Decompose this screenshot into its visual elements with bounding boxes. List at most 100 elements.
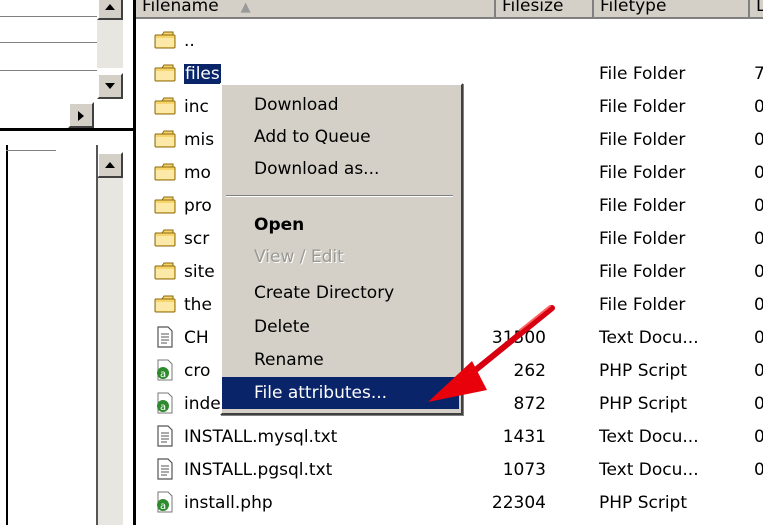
divider xyxy=(0,16,97,17)
text-document-icon xyxy=(154,425,176,447)
file-name: mis xyxy=(184,130,215,150)
file-extra: 0 xyxy=(754,163,763,183)
tree-line xyxy=(6,150,56,151)
menu-item-rename[interactable]: Rename xyxy=(222,344,459,376)
file-name: pro xyxy=(184,196,212,216)
folder-icon xyxy=(154,95,176,117)
file-extra: 0 xyxy=(754,460,763,480)
php-script-icon: a xyxy=(154,392,176,414)
text-document-icon xyxy=(154,326,176,348)
file-name: CH xyxy=(184,328,209,348)
file-name: install.php xyxy=(184,493,273,513)
file-name: INSTALL.mysql.txt xyxy=(184,427,338,447)
file-type: Text Docu... xyxy=(599,460,699,480)
menu-item-label: Download xyxy=(254,95,339,115)
folder-icon xyxy=(154,62,176,84)
file-type: File Folder xyxy=(599,130,686,150)
scrollbar-track[interactable] xyxy=(97,20,123,68)
menu-item-add-to-queue[interactable]: Add to Queue xyxy=(222,121,459,153)
tree-line xyxy=(96,145,98,525)
scroll-up-button[interactable] xyxy=(97,0,123,20)
file-type: PHP Script xyxy=(599,361,687,381)
file-name: cro xyxy=(184,361,211,381)
file-type: Text Docu... xyxy=(599,328,699,348)
divider xyxy=(0,42,97,43)
sort-ascending-icon: ▲ xyxy=(240,0,251,15)
file-extra: 0 xyxy=(754,262,763,282)
table-row[interactable]: .. xyxy=(136,24,763,57)
file-name: site xyxy=(184,262,215,282)
column-header-filetype[interactable]: Filetype xyxy=(594,0,750,19)
column-header-filesize[interactable]: Filesize xyxy=(496,0,594,19)
menu-item-label: Delete xyxy=(254,317,310,337)
php-script-icon: a xyxy=(154,491,176,513)
table-row[interactable]: a install.php 22304 PHP Script xyxy=(136,486,763,519)
file-type: File Folder xyxy=(599,97,686,117)
file-name: INSTALL.pgsql.txt xyxy=(184,460,333,480)
file-type: PHP Script xyxy=(599,394,687,414)
folder-icon xyxy=(154,293,176,315)
menu-item-download-as[interactable]: Download as... xyxy=(222,153,459,185)
file-name: .. xyxy=(184,31,195,51)
file-name: files xyxy=(183,63,222,85)
file-type: File Folder xyxy=(599,64,686,84)
file-size: 872 xyxy=(513,394,546,414)
divider xyxy=(0,70,97,71)
column-header-label: Filesize xyxy=(502,0,564,16)
arrow-down-icon xyxy=(105,83,115,89)
pane-divider xyxy=(0,128,133,131)
php-script-icon: a xyxy=(154,359,176,381)
file-type: File Folder xyxy=(599,196,686,216)
directory-tree-pane xyxy=(0,0,133,525)
menu-item-label: View / Edit xyxy=(254,247,344,267)
file-extra: 0 xyxy=(754,196,763,216)
scroll-up-button-lower[interactable] xyxy=(97,152,123,178)
menu-item-download[interactable]: Download xyxy=(222,89,459,121)
scroll-right-button[interactable] xyxy=(68,102,94,128)
scrollbar-track-lower[interactable] xyxy=(97,178,123,525)
file-type: PHP Script xyxy=(599,493,687,513)
column-header-filename[interactable]: Filename ▲ xyxy=(136,0,496,19)
svg-text:a: a xyxy=(160,402,166,413)
file-type: File Folder xyxy=(599,295,686,315)
file-size: 262 xyxy=(513,361,546,381)
file-extra: 0 xyxy=(754,394,763,414)
file-extra: 0 xyxy=(754,328,763,348)
menu-item-label: Open xyxy=(254,215,305,235)
table-row[interactable]: INSTALL.pgsql.txt 1073 Text Docu... 0 xyxy=(136,453,763,486)
menu-item-create-directory[interactable]: Create Directory xyxy=(222,277,459,309)
file-extra: 0 xyxy=(754,97,763,117)
folder-icon xyxy=(154,29,176,51)
file-extra: 0 xyxy=(754,130,763,150)
menu-item-label: File attributes... xyxy=(254,383,388,403)
context-menu: Download Add to Queue Download as... Ope… xyxy=(220,83,463,415)
file-name: the xyxy=(184,295,212,315)
file-extra: 0 xyxy=(754,229,763,249)
svg-text:a: a xyxy=(160,501,166,512)
arrow-up-icon xyxy=(105,4,115,10)
table-row[interactable]: INSTALL.mysql.txt 1431 Text Docu... 0 xyxy=(136,420,763,453)
file-type: File Folder xyxy=(599,163,686,183)
arrow-right-icon xyxy=(78,111,84,121)
menu-item-label: Add to Queue xyxy=(254,127,371,147)
text-document-icon xyxy=(154,458,176,480)
file-extra: 0 xyxy=(754,295,763,315)
arrow-up-icon xyxy=(105,162,115,168)
file-type: File Folder xyxy=(599,262,686,282)
folder-icon xyxy=(154,161,176,183)
scroll-down-button[interactable] xyxy=(97,73,123,99)
menu-item-label: Download as... xyxy=(254,159,380,179)
column-header-label: L xyxy=(756,0,763,16)
menu-item-label: Create Directory xyxy=(254,283,395,303)
menu-item-delete[interactable]: Delete xyxy=(222,311,459,343)
column-header-label: Filetype xyxy=(600,0,667,16)
file-extra: 0 xyxy=(754,361,763,381)
menu-item-open[interactable]: Open xyxy=(222,209,459,241)
menu-item-file-attributes[interactable]: File attributes... xyxy=(222,377,459,409)
tree-line xyxy=(6,145,8,525)
folder-icon xyxy=(154,128,176,150)
file-type: Text Docu... xyxy=(599,427,699,447)
column-header-extra[interactable]: L xyxy=(750,0,763,19)
menu-item-label: Rename xyxy=(254,350,324,370)
folder-icon xyxy=(154,194,176,216)
